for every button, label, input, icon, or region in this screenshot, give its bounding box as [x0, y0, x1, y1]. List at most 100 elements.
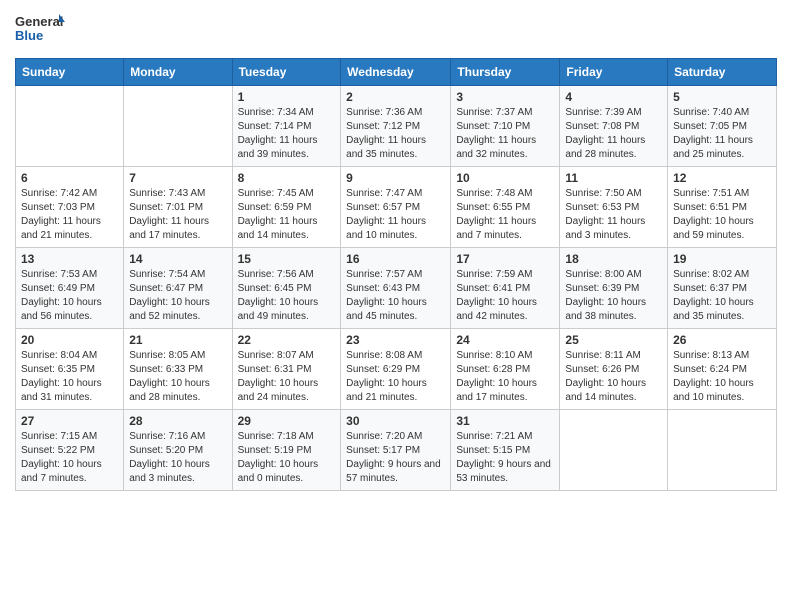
- day-cell: 23 Sunrise: 8:08 AM Sunset: 6:29 PM Dayli…: [341, 329, 451, 410]
- day-cell: 26 Sunrise: 8:13 AM Sunset: 6:24 PM Dayli…: [668, 329, 777, 410]
- header-friday: Friday: [560, 59, 668, 86]
- day-cell: 7Sunrise: 7:43 AM Sunset: 7:01 PM Daylig…: [124, 167, 232, 248]
- week-row-5: 27 Sunrise: 7:15 AM Sunset: 5:22 PM Dayli…: [16, 410, 777, 491]
- day-number: 4: [565, 90, 662, 104]
- day-cell: 4 Sunrise: 7:39 AM Sunset: 7:08 PM Daylig…: [560, 86, 668, 167]
- day-cell: 14Sunrise: 7:54 AM Sunset: 6:47 PM Dayli…: [124, 248, 232, 329]
- day-number: 18: [565, 252, 662, 266]
- day-cell: 30 Sunrise: 7:20 AM Sunset: 5:17 PM Dayli…: [341, 410, 451, 491]
- day-cell: 16 Sunrise: 7:57 AM Sunset: 6:43 PM Dayli…: [341, 248, 451, 329]
- day-cell: 29Sunrise: 7:18 AM Sunset: 5:19 PM Dayli…: [232, 410, 341, 491]
- day-cell: 18 Sunrise: 8:00 AM Sunset: 6:39 PM Dayli…: [560, 248, 668, 329]
- day-number: 6: [21, 171, 118, 185]
- day-number: 9: [346, 171, 445, 185]
- day-info: Sunrise: 8:04 AM Sunset: 6:35 PM Dayligh…: [21, 349, 118, 405]
- day-number: 21: [129, 333, 226, 347]
- day-info: Sunrise: 8:07 AM Sunset: 6:31 PM Dayligh…: [238, 349, 336, 405]
- day-number: 13: [21, 252, 118, 266]
- day-cell: 3 Sunrise: 7:37 AM Sunset: 7:10 PM Daylig…: [451, 86, 560, 167]
- day-info: Sunrise: 7:37 AM Sunset: 7:10 PM Dayligh…: [456, 106, 554, 162]
- day-number: 31: [456, 414, 554, 428]
- day-info: Sunrise: 7:39 AM Sunset: 7:08 PM Dayligh…: [565, 106, 662, 162]
- day-cell: 5 Sunrise: 7:40 AM Sunset: 7:05 PM Daylig…: [668, 86, 777, 167]
- day-info: Sunrise: 7:50 AM Sunset: 6:53 PM Dayligh…: [565, 187, 662, 243]
- day-cell: 24 Sunrise: 8:10 AM Sunset: 6:28 PM Dayli…: [451, 329, 560, 410]
- day-number: 23: [346, 333, 445, 347]
- week-row-3: 13 Sunrise: 7:53 AM Sunset: 6:49 PM Dayli…: [16, 248, 777, 329]
- day-info: Sunrise: 7:47 AM Sunset: 6:57 PM Dayligh…: [346, 187, 445, 243]
- day-number: 19: [673, 252, 771, 266]
- header-tuesday: Tuesday: [232, 59, 341, 86]
- day-cell: 9 Sunrise: 7:47 AM Sunset: 6:57 PM Daylig…: [341, 167, 451, 248]
- week-row-4: 20 Sunrise: 8:04 AM Sunset: 6:35 PM Dayli…: [16, 329, 777, 410]
- day-info: Sunrise: 7:48 AM Sunset: 6:55 PM Dayligh…: [456, 187, 554, 243]
- day-info: Sunrise: 7:57 AM Sunset: 6:43 PM Dayligh…: [346, 268, 445, 324]
- day-number: 30: [346, 414, 445, 428]
- day-number: 15: [238, 252, 336, 266]
- day-number: 12: [673, 171, 771, 185]
- header-wednesday: Wednesday: [341, 59, 451, 86]
- day-number: 7: [129, 171, 226, 185]
- day-cell: [124, 86, 232, 167]
- day-info: Sunrise: 7:21 AM Sunset: 5:15 PM Dayligh…: [456, 430, 554, 486]
- day-info: Sunrise: 7:42 AM Sunset: 7:03 PM Dayligh…: [21, 187, 118, 243]
- day-number: 5: [673, 90, 771, 104]
- day-info: Sunrise: 7:45 AM Sunset: 6:59 PM Dayligh…: [238, 187, 336, 243]
- day-info: Sunrise: 8:00 AM Sunset: 6:39 PM Dayligh…: [565, 268, 662, 324]
- day-number: 25: [565, 333, 662, 347]
- day-cell: [16, 86, 124, 167]
- day-number: 27: [21, 414, 118, 428]
- day-cell: 13 Sunrise: 7:53 AM Sunset: 6:49 PM Dayli…: [16, 248, 124, 329]
- day-info: Sunrise: 7:54 AM Sunset: 6:47 PM Dayligh…: [129, 268, 226, 324]
- day-number: 11: [565, 171, 662, 185]
- day-number: 1: [238, 90, 336, 104]
- day-cell: [668, 410, 777, 491]
- day-info: Sunrise: 8:11 AM Sunset: 6:26 PM Dayligh…: [565, 349, 662, 405]
- day-cell: 27 Sunrise: 7:15 AM Sunset: 5:22 PM Dayli…: [16, 410, 124, 491]
- day-info: Sunrise: 7:36 AM Sunset: 7:12 PM Dayligh…: [346, 106, 445, 162]
- header-saturday: Saturday: [668, 59, 777, 86]
- day-cell: 11 Sunrise: 7:50 AM Sunset: 6:53 PM Dayli…: [560, 167, 668, 248]
- day-cell: 2 Sunrise: 7:36 AM Sunset: 7:12 PM Daylig…: [341, 86, 451, 167]
- day-cell: 15Sunrise: 7:56 AM Sunset: 6:45 PM Dayli…: [232, 248, 341, 329]
- day-cell: 25 Sunrise: 8:11 AM Sunset: 6:26 PM Dayli…: [560, 329, 668, 410]
- day-info: Sunrise: 8:13 AM Sunset: 6:24 PM Dayligh…: [673, 349, 771, 405]
- week-row-2: 6 Sunrise: 7:42 AM Sunset: 7:03 PM Daylig…: [16, 167, 777, 248]
- svg-text:Blue: Blue: [15, 28, 43, 43]
- day-cell: 1Sunrise: 7:34 AM Sunset: 7:14 PM Daylig…: [232, 86, 341, 167]
- day-number: 24: [456, 333, 554, 347]
- day-info: Sunrise: 8:02 AM Sunset: 6:37 PM Dayligh…: [673, 268, 771, 324]
- day-number: 26: [673, 333, 771, 347]
- header-sunday: Sunday: [16, 59, 124, 86]
- day-cell: [560, 410, 668, 491]
- day-cell: 12 Sunrise: 7:51 AM Sunset: 6:51 PM Dayli…: [668, 167, 777, 248]
- day-cell: 20 Sunrise: 8:04 AM Sunset: 6:35 PM Dayli…: [16, 329, 124, 410]
- day-cell: 8 Sunrise: 7:45 AM Sunset: 6:59 PM Daylig…: [232, 167, 341, 248]
- day-info: Sunrise: 8:08 AM Sunset: 6:29 PM Dayligh…: [346, 349, 445, 405]
- day-number: 2: [346, 90, 445, 104]
- header: General Blue: [15, 10, 777, 50]
- day-info: Sunrise: 7:18 AM Sunset: 5:19 PM Dayligh…: [238, 430, 336, 486]
- day-info: Sunrise: 7:51 AM Sunset: 6:51 PM Dayligh…: [673, 187, 771, 243]
- calendar-table: Sunday Monday Tuesday Wednesday Thursday…: [15, 58, 777, 491]
- day-info: Sunrise: 7:15 AM Sunset: 5:22 PM Dayligh…: [21, 430, 118, 486]
- day-info: Sunrise: 8:05 AM Sunset: 6:33 PM Dayligh…: [129, 349, 226, 405]
- day-info: Sunrise: 7:40 AM Sunset: 7:05 PM Dayligh…: [673, 106, 771, 162]
- day-cell: 31 Sunrise: 7:21 AM Sunset: 5:15 PM Dayli…: [451, 410, 560, 491]
- day-info: Sunrise: 7:59 AM Sunset: 6:41 PM Dayligh…: [456, 268, 554, 324]
- svg-text:General: General: [15, 14, 63, 29]
- day-number: 16: [346, 252, 445, 266]
- day-cell: 21 Sunrise: 8:05 AM Sunset: 6:33 PM Dayli…: [124, 329, 232, 410]
- day-cell: 10Sunrise: 7:48 AM Sunset: 6:55 PM Dayli…: [451, 167, 560, 248]
- day-number: 3: [456, 90, 554, 104]
- day-number: 20: [21, 333, 118, 347]
- day-cell: 19 Sunrise: 8:02 AM Sunset: 6:37 PM Dayli…: [668, 248, 777, 329]
- day-cell: 22 Sunrise: 8:07 AM Sunset: 6:31 PM Dayli…: [232, 329, 341, 410]
- week-row-1: 1Sunrise: 7:34 AM Sunset: 7:14 PM Daylig…: [16, 86, 777, 167]
- day-info: Sunrise: 8:10 AM Sunset: 6:28 PM Dayligh…: [456, 349, 554, 405]
- day-number: 22: [238, 333, 336, 347]
- day-info: Sunrise: 7:53 AM Sunset: 6:49 PM Dayligh…: [21, 268, 118, 324]
- day-number: 8: [238, 171, 336, 185]
- day-info: Sunrise: 7:20 AM Sunset: 5:17 PM Dayligh…: [346, 430, 445, 486]
- page: General Blue Sunday Monday Tuesday Wedne…: [0, 0, 792, 612]
